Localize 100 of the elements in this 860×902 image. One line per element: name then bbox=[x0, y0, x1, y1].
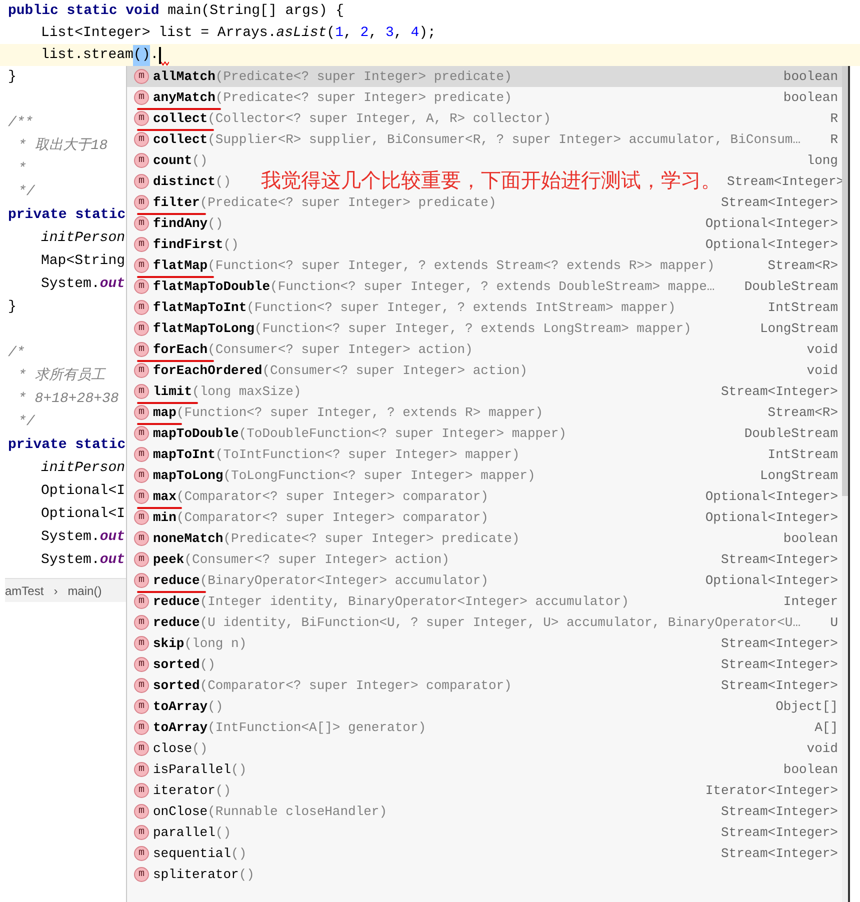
method-icon: m bbox=[134, 216, 149, 231]
code-comment: * 取出大于18 bbox=[18, 136, 108, 156]
method-parameters: () bbox=[192, 740, 208, 758]
method-parameters: () bbox=[192, 152, 208, 170]
method-name: forEach bbox=[153, 342, 208, 357]
completion-item[interactable]: m forEachOrdered(Consumer<? super Integer> action) void bbox=[127, 360, 842, 381]
completion-item[interactable]: m collect(Supplier<R> supplier, BiConsumer<R, ? super Integer> accumulator, BiConsum… R bbox=[127, 129, 842, 150]
breadcrumb-item[interactable]: amTest bbox=[5, 582, 44, 600]
scrollbar-thumb[interactable] bbox=[842, 66, 848, 496]
completion-item[interactable]: m sequential() Stream<Integer> bbox=[127, 843, 842, 864]
code-text: System. bbox=[41, 275, 100, 294]
completion-item[interactable]: m findFirst() Optional<Integer> bbox=[127, 234, 842, 255]
completion-item[interactable]: m toArray(IntFunction<A[]> generator) A[] bbox=[127, 717, 842, 738]
completion-item[interactable]: m sorted(Comparator<? super Integer> comparator) Stream<Integer> bbox=[127, 675, 842, 696]
method-name: collect bbox=[153, 110, 208, 126]
code-number: 2 bbox=[360, 24, 369, 42]
method-icon: m bbox=[134, 426, 149, 441]
method-icon: m bbox=[134, 342, 149, 357]
method-icon: m bbox=[134, 153, 149, 168]
method-parameters: (Consumer<? super Integer> action) bbox=[262, 362, 528, 380]
completion-item[interactable]: m peek(Consumer<? super Integer> action) Stream<Integer> bbox=[127, 549, 842, 570]
completion-item[interactable]: m parallel() Stream<Integer> bbox=[127, 822, 842, 843]
completion-item[interactable]: m toArray() Object[] bbox=[127, 696, 842, 717]
completion-item[interactable]: m reduce(Integer identity, BinaryOperator<Integer> accumulator) Integer bbox=[127, 591, 842, 612]
completion-item[interactable]: m findAny() Optional<Integer> bbox=[127, 213, 842, 234]
completion-item[interactable]: m sorted() Stream<Integer> bbox=[127, 654, 842, 675]
completion-item[interactable]: m allMatch(Predicate<? super Integer> predicate) boolean bbox=[127, 66, 842, 87]
completion-item[interactable]: m map(Function<? super Integer, ? extends R> mapper) Stream<R> bbox=[127, 402, 842, 423]
code-keyword: public static void bbox=[8, 2, 160, 20]
completion-item[interactable]: m distinct() 我觉得这几个比较重要，下面开始进行测试，学习。 Stream<Integer> bbox=[127, 171, 842, 192]
matched-brace: () bbox=[133, 44, 150, 66]
return-type: void bbox=[806, 362, 838, 380]
method-icon: m bbox=[134, 783, 149, 798]
completion-item[interactable]: m max(Comparator<? super Integer> comparator) Optional<Integer> bbox=[127, 486, 842, 507]
method-name: findAny bbox=[153, 216, 208, 231]
code-number: 4 bbox=[410, 24, 420, 42]
completion-item[interactable]: m flatMapToDouble(Function<? super Integer, ? extends DoubleStream> mappe… DoubleStream bbox=[127, 276, 842, 297]
completion-item[interactable]: m flatMapToLong(Function<? super Integer, ? extends LongStream> mapper) LongStream bbox=[127, 318, 842, 339]
completion-item[interactable]: m noneMatch(Predicate<? super Integer> predicate) boolean bbox=[127, 528, 842, 549]
code-comment: * 8+18+28+38 bbox=[18, 390, 119, 409]
completion-item[interactable]: m onClose(Runnable closeHandler) Stream<Integer> bbox=[127, 801, 842, 822]
method-name: reduce bbox=[153, 572, 200, 588]
method-name: findFirst bbox=[153, 236, 224, 252]
return-type: Stream<Integer> bbox=[726, 172, 844, 191]
code-text: , bbox=[368, 24, 378, 42]
code-text: ); bbox=[419, 24, 436, 42]
completion-item[interactable]: m mapToDouble(ToDoubleFunction<? super Integer> mapper) DoubleStream bbox=[127, 423, 842, 444]
method-name: noneMatch bbox=[153, 530, 224, 546]
method-parameters: (Predicate<? super Integer> predicate) bbox=[223, 530, 520, 548]
completion-item[interactable]: m iterator() Iterator<Integer> bbox=[127, 780, 842, 801]
method-parameters: () bbox=[208, 214, 224, 233]
method-parameters: (Function<? super Integer, ? extends LongStream> mapper) bbox=[254, 320, 692, 338]
breadcrumb-item[interactable]: main() bbox=[68, 582, 102, 600]
completion-item[interactable]: m flatMap(Function<? super Integer, ? extends Stream<? extends R>> mapper) Stream<R> bbox=[127, 255, 842, 276]
completion-item[interactable]: m anyMatch(Predicate<? super Integer> predicate) boolean bbox=[127, 87, 842, 108]
return-type: Optional<Integer> bbox=[704, 236, 838, 254]
completion-item[interactable]: m filter(Predicate<? super Integer> predicate) Stream<Integer> bbox=[127, 192, 842, 213]
completion-item[interactable]: m limit(long maxSize) Stream<Integer> bbox=[127, 381, 842, 402]
completion-item[interactable]: m mapToLong(ToLongFunction<? super Integer> mapper) LongStream bbox=[127, 465, 842, 486]
completion-item[interactable]: m min(Comparator<? super Integer> comparator) Optional<Integer> bbox=[127, 507, 842, 528]
method-icon: m bbox=[134, 762, 149, 777]
return-type: Stream<Integer> bbox=[720, 656, 838, 674]
method-parameters: (U identity, BiFunction<U, ? super Integer, U> accumulator, BinaryOperator<U… bbox=[200, 614, 801, 632]
method-parameters: (BinaryOperator<Integer> accumulator) bbox=[200, 572, 488, 590]
completion-item[interactable]: m spliterator() bbox=[127, 864, 842, 885]
completion-item[interactable]: m collect(Collector<? super Integer, A, R> collector) R bbox=[127, 108, 842, 129]
completion-item[interactable]: m skip(long n) Stream<Integer> bbox=[127, 633, 842, 654]
return-type: Iterator<Integer> bbox=[704, 782, 838, 800]
completion-item[interactable]: m flatMapToInt(Function<? super Integer, ? extends IntStream> mapper) IntStream bbox=[127, 297, 842, 318]
method-icon: m bbox=[134, 867, 149, 882]
completion-item[interactable]: m mapToInt(ToIntFunction<? super Integer> mapper) IntStream bbox=[127, 444, 842, 465]
method-parameters: () bbox=[215, 782, 232, 800]
return-type: IntStream bbox=[766, 446, 838, 464]
return-type: Stream<Integer> bbox=[720, 844, 838, 863]
return-type: Stream<Integer> bbox=[720, 194, 838, 212]
completion-item[interactable]: m count() long bbox=[127, 150, 842, 171]
return-type: U bbox=[829, 614, 838, 632]
method-name: reduce bbox=[153, 614, 200, 630]
completion-item[interactable]: m forEach(Consumer<? super Integer> action) void bbox=[127, 339, 842, 360]
method-parameters: (long maxSize) bbox=[192, 382, 302, 401]
method-icon: m bbox=[134, 468, 149, 483]
completion-item[interactable]: m reduce(U identity, BiFunction<U, ? super Integer, U> accumulator, BinaryOperator<U… U bbox=[127, 612, 842, 633]
return-type: Optional<Integer> bbox=[704, 508, 838, 527]
code-field: out bbox=[100, 274, 126, 295]
method-name: map bbox=[153, 404, 176, 420]
method-name: sorted bbox=[153, 678, 200, 693]
completion-item[interactable]: m isParallel() boolean bbox=[127, 759, 842, 780]
method-parameters: (Function<? super Integer, ? extends R> mapper) bbox=[176, 404, 544, 422]
code-text: . bbox=[150, 46, 159, 64]
completion-item[interactable]: m reduce(BinaryOperator<Integer> accumulator) Optional<Integer> bbox=[127, 570, 842, 591]
method-name: toArray bbox=[153, 720, 208, 735]
method-icon: m bbox=[134, 552, 149, 567]
code-text: } bbox=[8, 298, 16, 317]
completion-item[interactable]: m close() void bbox=[127, 738, 842, 759]
method-parameters: (Comparator<? super Integer> comparator) bbox=[176, 488, 488, 506]
code-text: } bbox=[8, 68, 16, 87]
method-icon: m bbox=[134, 258, 149, 273]
return-type: Object[] bbox=[774, 698, 838, 716]
method-parameters: (Function<? super Integer, ? extends DoubleStream> mappe… bbox=[270, 278, 715, 296]
return-type: Stream<Integer> bbox=[720, 382, 838, 401]
